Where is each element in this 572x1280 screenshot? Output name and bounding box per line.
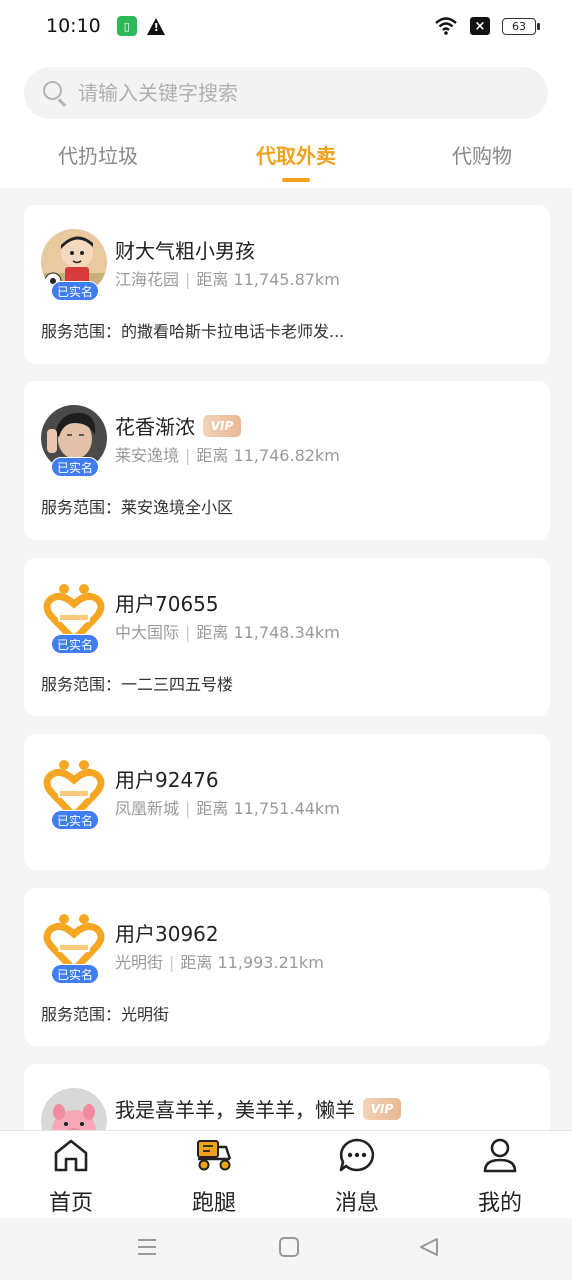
search-input[interactable]	[78, 81, 498, 105]
home-icon	[54, 1139, 88, 1172]
nav-profile[interactable]: 我的	[460, 1137, 540, 1217]
category-tabs: 代扔垃圾 代取外卖 代购物	[0, 130, 572, 188]
sim-icon: ▯	[116, 16, 137, 36]
search-icon	[42, 80, 68, 107]
menu-icon[interactable]	[136, 1236, 158, 1258]
runner-name: 花香渐浓	[115, 415, 195, 439]
location-name: 中大国际	[115, 623, 180, 642]
location-name: 光明街	[115, 953, 164, 972]
runner-location: 凤凰新城 | 距离 11,751.44km	[115, 799, 340, 818]
verified-badge: 已实名	[51, 634, 99, 654]
distance: 距离 11,993.21km	[180, 953, 324, 972]
verified-badge: 已实名	[51, 964, 99, 984]
runner-card[interactable]: 已实名 花香渐浓 VIP 莱安逸境 | 距离 11,746.82km 服务范围：莱安…	[24, 381, 550, 540]
header: 代扔垃圾 代取外卖 代购物	[0, 52, 572, 188]
location-name: 江海花园	[115, 270, 180, 289]
distance: 距离 11,751.44km	[196, 799, 340, 818]
runner-card[interactable]: 已实名 用户70655 中大国际 | 距离 11,748.34km 服务范围：一二三…	[24, 558, 550, 716]
service-range: 服务范围：的撒看哈斯卡拉电话卡老师发...	[41, 322, 345, 341]
search-bar[interactable]	[24, 67, 548, 119]
tab-shopping[interactable]: 代购物	[452, 140, 512, 169]
runner-card[interactable]: 已实名 财大气粗小男孩 江海花园 | 距离 11,745.87km 服务范围：的撒看…	[24, 205, 550, 364]
nav-home[interactable]: 首页	[31, 1137, 111, 1217]
service-range: 服务范围：一二三四五号楼	[41, 675, 234, 694]
runner-name: 我是喜羊羊，美羊羊，懒羊	[115, 1098, 355, 1122]
status-bar: 10:10 ▯ × 63	[0, 0, 572, 52]
runner-name: 用户30962	[115, 922, 219, 946]
warning-icon	[146, 17, 165, 35]
active-tab-indicator	[282, 178, 310, 182]
runner-location: 光明街 | 距离 11,993.21km	[115, 953, 324, 972]
verified-badge: 已实名	[51, 810, 99, 830]
nav-messages[interactable]: 消息	[317, 1137, 397, 1217]
back-triangle-icon[interactable]	[418, 1236, 440, 1258]
verified-badge: 已实名	[51, 457, 99, 477]
nav-label: 我的	[477, 1191, 522, 1216]
home-square-icon[interactable]	[278, 1236, 300, 1258]
runner-name: 用户92476	[115, 768, 219, 792]
runner-location: 江海花园 | 距离 11,745.87km	[115, 270, 340, 289]
runner-location: 莱安逸境 | 距离 11,746.82km	[115, 446, 340, 465]
runner-card[interactable]: 已实名 用户92476 凤凰新城 | 距离 11,751.44km	[24, 734, 550, 870]
distance: 距离 11,745.87km	[196, 270, 340, 289]
status-time: 10:10	[46, 15, 101, 37]
distance: 距离 11,746.82km	[196, 446, 340, 465]
chat-bubble-icon	[339, 1138, 375, 1172]
verified-badge: 已实名	[51, 281, 99, 301]
nav-label: 跑腿	[191, 1191, 236, 1216]
tab-trash[interactable]: 代扔垃圾	[58, 140, 138, 169]
vip-badge: VIP	[203, 414, 241, 437]
service-range: 服务范围：光明街	[41, 1005, 170, 1024]
service-range: 服务范围：莱安逸境全小区	[41, 498, 234, 517]
wifi-icon	[435, 17, 457, 35]
battery-icon: 63	[502, 17, 540, 35]
nav-label: 首页	[48, 1191, 93, 1216]
nav-errand[interactable]: 跑腿	[174, 1137, 254, 1217]
close-box-icon: ×	[470, 17, 490, 35]
bottom-nav: 首页 跑腿 消息 我的	[0, 1130, 572, 1218]
runner-card[interactable]: 已实名 用户30962 光明街 | 距离 11,993.21km 服务范围：光明街	[24, 888, 550, 1046]
vip-badge: VIP	[363, 1097, 401, 1120]
runner-name: 用户70655	[115, 592, 219, 616]
delivery-scooter-icon	[197, 1140, 232, 1171]
system-nav-bar	[0, 1218, 572, 1280]
location-name: 凤凰新城	[115, 799, 180, 818]
nav-label: 消息	[334, 1191, 379, 1216]
user-icon	[483, 1138, 517, 1173]
location-name: 莱安逸境	[115, 446, 180, 465]
runner-location: 中大国际 | 距离 11,748.34km	[115, 623, 340, 642]
runner-name: 财大气粗小男孩	[115, 239, 255, 263]
distance: 距离 11,748.34km	[196, 623, 340, 642]
tab-takeout[interactable]: 代取外卖	[256, 140, 336, 169]
